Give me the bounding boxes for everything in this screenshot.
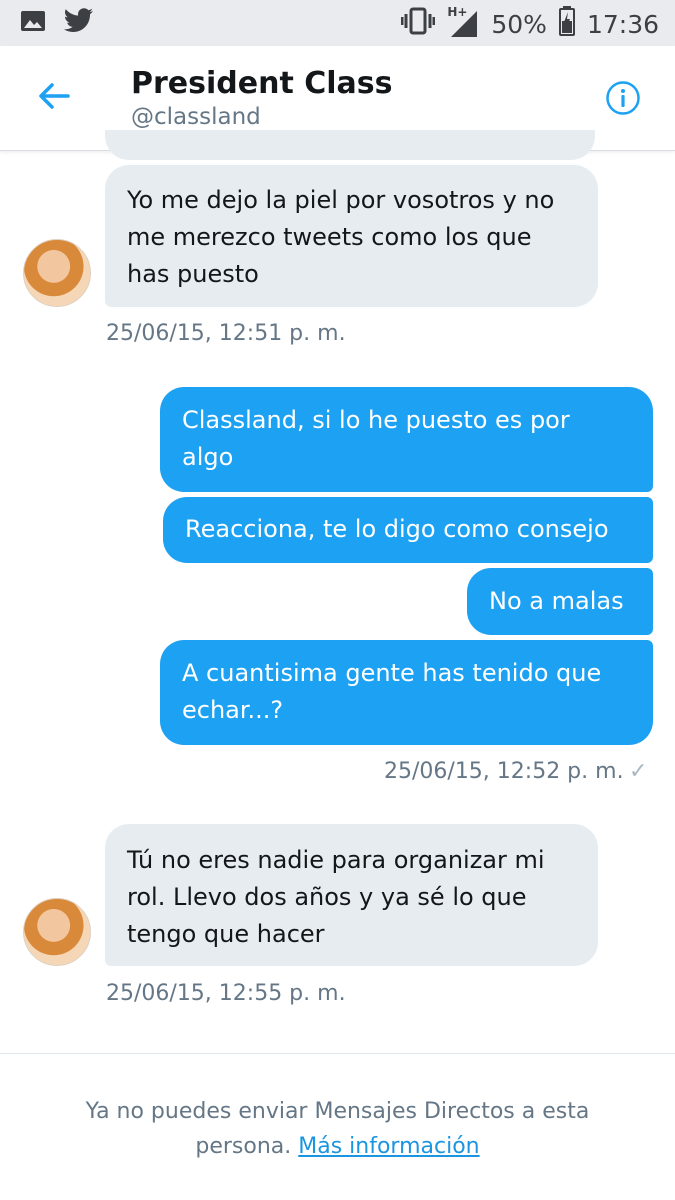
battery-percent: 50% <box>491 9 547 39</box>
signal-icon: H+ <box>447 5 479 39</box>
message-line: algo <box>182 443 234 471</box>
message-line: Reacciona, te lo digo como consejo <box>185 515 609 543</box>
gallery-icon <box>20 9 46 37</box>
message-bubble-outgoing: Reacciona, te lo digo como consejo <box>163 497 653 563</box>
conversation-title: President Class <box>131 66 393 101</box>
message-bubble-incoming: Yo me dejo la piel por vosotros y no me … <box>105 165 598 307</box>
twitter-bird-icon <box>63 8 94 38</box>
message-line: rol. Llevo dos años y ya sé lo que <box>127 883 527 911</box>
message-bubble-outgoing: A cuantisima gente has tenido que echar.… <box>160 640 653 745</box>
message-timestamp: 25/06/15, 12:55 p. m. <box>106 981 346 1006</box>
message-bubble-incoming: Tú no eres nadie para organizar mi rol. … <box>105 824 598 966</box>
message-bubble-outgoing: Classland, si lo he puesto es por algo <box>160 387 653 492</box>
more-info-link[interactable]: Más información <box>298 1134 479 1159</box>
message-line: has puesto <box>127 260 259 288</box>
status-bar: H+ 50% 17:36 <box>0 0 675 46</box>
message-bubble-outgoing: No a malas <box>467 568 653 635</box>
vibrate-icon <box>400 7 436 41</box>
info-icon[interactable] <box>605 80 641 116</box>
message-timestamp: 25/06/15, 12:52 p. m. <box>384 759 624 784</box>
battery-icon <box>558 6 575 42</box>
clock: 17:36 <box>586 9 659 39</box>
previous-message-bubble <box>105 130 595 160</box>
message-line: Yo me dejo la piel por vosotros y no <box>127 186 555 214</box>
message-line: tengo que hacer <box>127 920 325 948</box>
conversation-handle: @classland <box>131 104 261 130</box>
divider <box>0 1053 675 1054</box>
message-line: No a malas <box>489 587 624 615</box>
message-line: Tú no eres nadie para organizar mi <box>127 846 545 874</box>
avatar[interactable] <box>23 898 91 966</box>
back-arrow-icon[interactable] <box>34 76 74 116</box>
message-line: me merezco tweets como los que <box>127 223 532 251</box>
message-line: echar...? <box>182 696 284 724</box>
message-line: A cuantisima gente has tenido que <box>182 659 602 687</box>
dm-disabled-notice: Ya no puedes enviar Mensajes Directos a … <box>40 1094 635 1164</box>
message-line: Classland, si lo he puesto es por <box>182 406 570 434</box>
message-timestamp: 25/06/15, 12:51 p. m. <box>106 321 346 346</box>
read-checkmark-icon: ✓ <box>629 759 648 784</box>
avatar[interactable] <box>23 239 91 307</box>
